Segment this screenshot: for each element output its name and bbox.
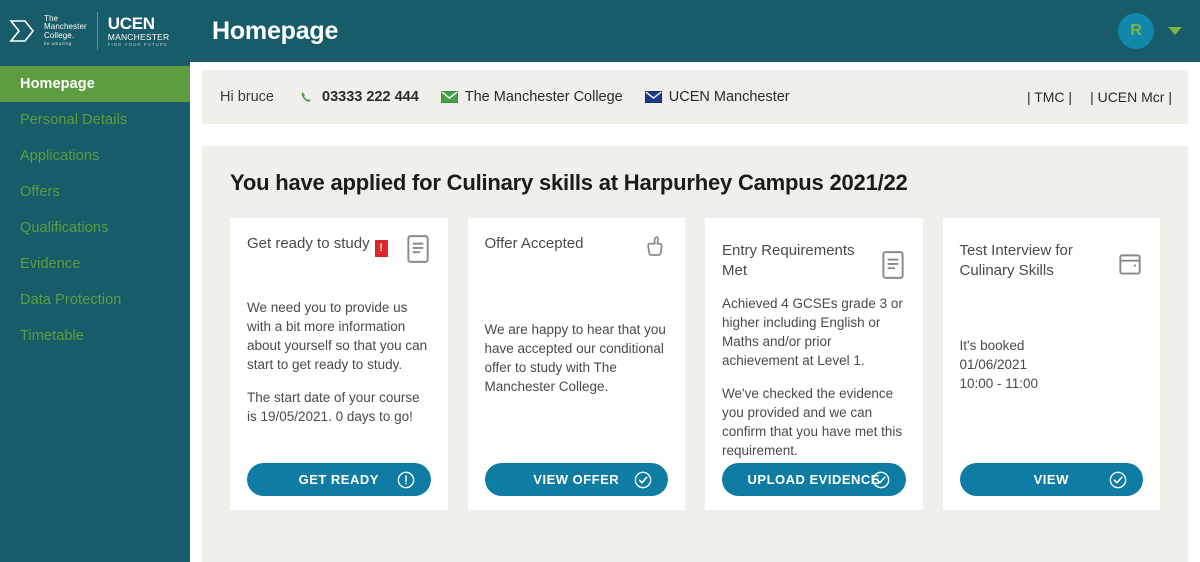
- card-title: Offer Accepted: [485, 234, 637, 254]
- card-title-text: Get ready to study: [247, 235, 370, 252]
- get-ready-button[interactable]: GET READY: [247, 463, 431, 496]
- sidebar-item-evidence[interactable]: Evidence: [0, 246, 190, 282]
- sidebar: Homepage Personal Details Applications O…: [0, 62, 190, 562]
- tmc-chevron-mark: [9, 20, 35, 42]
- document-icon: [406, 235, 429, 263]
- page-title: Homepage: [212, 16, 339, 45]
- phone-icon: [301, 92, 311, 102]
- card-paragraph: The start date of your course is 19/05/2…: [247, 389, 420, 424]
- sidebar-item-label: Timetable: [20, 328, 85, 344]
- logo-zone[interactable]: The Manchester College. be amazing UCEN …: [0, 0, 190, 62]
- card-test-interview: Test Interview for Culinary Skills It's …: [942, 218, 1160, 510]
- infobar-links: | TMC | | UCEN Mcr |: [1027, 89, 1172, 105]
- sidebar-item-timetable[interactable]: Timetable: [0, 318, 190, 354]
- link-ucen-mcr[interactable]: | UCEN Mcr |: [1090, 89, 1172, 105]
- card-title: Test Interview for Culinary Skills: [960, 241, 1112, 280]
- card-paragraph: Achieved 4 GCSEs grade 3 or higher inclu…: [722, 296, 903, 369]
- sidebar-item-personal-details[interactable]: Personal Details: [0, 102, 190, 138]
- card-title-text: Entry Requirements Met: [722, 242, 855, 279]
- card-header: Offer Accepted: [485, 234, 669, 280]
- tmc-logo: The Manchester College. be amazing: [8, 14, 87, 47]
- email-tmc[interactable]: The Manchester College: [440, 89, 623, 105]
- thumbs-up-icon: [647, 236, 663, 256]
- phone-contact[interactable]: 03333 222 444: [298, 89, 419, 105]
- email-ucen-label: UCEN Manchester: [668, 89, 790, 105]
- card-body: It's booked 01/06/2021 10:00 - 11:00: [960, 336, 1144, 393]
- ucen-line2: MANCHESTER: [107, 31, 170, 42]
- sidebar-item-label: Offers: [20, 184, 60, 200]
- body-row: Homepage Personal Details Applications O…: [0, 62, 1200, 562]
- tmc-wordmark: The Manchester College. be amazing: [44, 14, 87, 47]
- card-entry-requirements-met: Entry Requirements Met Achieved 4 GCSEs …: [705, 218, 923, 510]
- button-label: GET READY: [298, 472, 379, 487]
- exclamation-circle-icon: [397, 471, 414, 488]
- top-bar: The Manchester College. be amazing UCEN …: [0, 0, 1200, 62]
- card-title: Entry Requirements Met: [722, 241, 874, 280]
- card-paragraph: We need you to provide us with a bit mor…: [247, 300, 428, 373]
- check-circle-icon: [1109, 471, 1127, 488]
- sidebar-item-label: Qualifications: [20, 220, 109, 236]
- content-area: Hi bruce 03333 222 444 The Manchester Co…: [190, 62, 1200, 562]
- document-icon: [881, 251, 904, 279]
- button-label: VIEW OFFER: [533, 472, 620, 487]
- card-title-text: Test Interview for Culinary Skills: [959, 242, 1073, 279]
- view-offer-button[interactable]: VIEW OFFER: [484, 463, 668, 496]
- check-circle-icon: [634, 471, 652, 488]
- card-title: Get ready to study!: [247, 234, 399, 257]
- sidebar-item-qualifications[interactable]: Qualifications: [0, 210, 190, 246]
- card-header: Get ready to study!: [247, 234, 431, 280]
- button-label: UPLOAD EVIDENCE: [747, 472, 880, 487]
- sidebar-item-label: Applications: [20, 148, 100, 164]
- avatar[interactable]: R: [1118, 13, 1154, 49]
- envelope-icon: [644, 91, 662, 103]
- application-heading: You have applied for Culinary skills at …: [230, 170, 908, 195]
- sidebar-item-label: Evidence: [20, 256, 81, 272]
- ucen-tagline: FIND YOUR FUTURE: [107, 42, 169, 48]
- email-tmc-label: The Manchester College: [464, 89, 623, 105]
- sidebar-item-offers[interactable]: Offers: [0, 174, 190, 210]
- email-ucen[interactable]: UCEN Manchester: [644, 89, 790, 105]
- status-cards: Get ready to study! We need you to provi…: [230, 218, 1160, 510]
- tmc-line3: College.: [44, 31, 75, 41]
- card-header: Test Interview for Culinary Skills: [960, 234, 1144, 280]
- main-panel: You have applied for Culinary skills at …: [202, 146, 1188, 562]
- calendar-icon: [1119, 254, 1141, 275]
- greeting-text: Hi bruce: [220, 89, 274, 105]
- chevron-down-icon[interactable]: [1168, 27, 1182, 35]
- sidebar-item-label: Data Protection: [20, 292, 122, 308]
- card-paragraph: We've checked the evidence you provided …: [722, 385, 903, 459]
- tmc-tagline: be amazing: [44, 41, 72, 47]
- card-paragraph: It's booked 01/06/2021 10:00 - 11:00: [959, 338, 1039, 392]
- ucen-line1: UCEN: [107, 13, 155, 33]
- sidebar-item-homepage[interactable]: Homepage: [0, 66, 190, 102]
- card-get-ready-to-study: Get ready to study! We need you to provi…: [230, 218, 448, 510]
- link-tmc[interactable]: | TMC |: [1027, 89, 1072, 105]
- phone-number: 03333 222 444: [322, 89, 419, 105]
- card-title-text: Offer Accepted: [484, 235, 584, 252]
- app-root: The Manchester College. be amazing UCEN …: [0, 0, 1200, 562]
- sidebar-item-applications[interactable]: Applications: [0, 138, 190, 174]
- topbar-right: R: [1118, 13, 1200, 49]
- button-label: VIEW: [1033, 472, 1069, 487]
- alert-badge: !: [374, 239, 388, 257]
- check-circle-icon: [872, 471, 889, 488]
- card-body: We are happy to hear that you have accep…: [485, 320, 669, 397]
- upload-evidence-button[interactable]: UPLOAD EVIDENCE: [722, 463, 906, 496]
- sidebar-item-label: Homepage: [20, 76, 95, 92]
- card-paragraph: We are happy to hear that you have accep…: [484, 322, 666, 395]
- card-header: Entry Requirements Met: [722, 234, 906, 280]
- info-bar: Hi bruce 03333 222 444 The Manchester Co…: [202, 70, 1188, 124]
- sidebar-item-data-protection[interactable]: Data Protection: [0, 282, 190, 318]
- ucen-logo: UCEN MANCHESTER FIND YOUR FUTURE: [108, 15, 170, 48]
- card-body: We need you to provide us with a bit mor…: [247, 298, 431, 426]
- view-button[interactable]: VIEW: [959, 463, 1143, 496]
- card-offer-accepted: Offer Accepted We are happy to hear that…: [467, 218, 685, 510]
- sidebar-item-label: Personal Details: [20, 112, 128, 128]
- card-body: Achieved 4 GCSEs grade 3 or higher inclu…: [722, 294, 906, 460]
- envelope-icon: [440, 91, 458, 103]
- logo-divider: [96, 12, 98, 50]
